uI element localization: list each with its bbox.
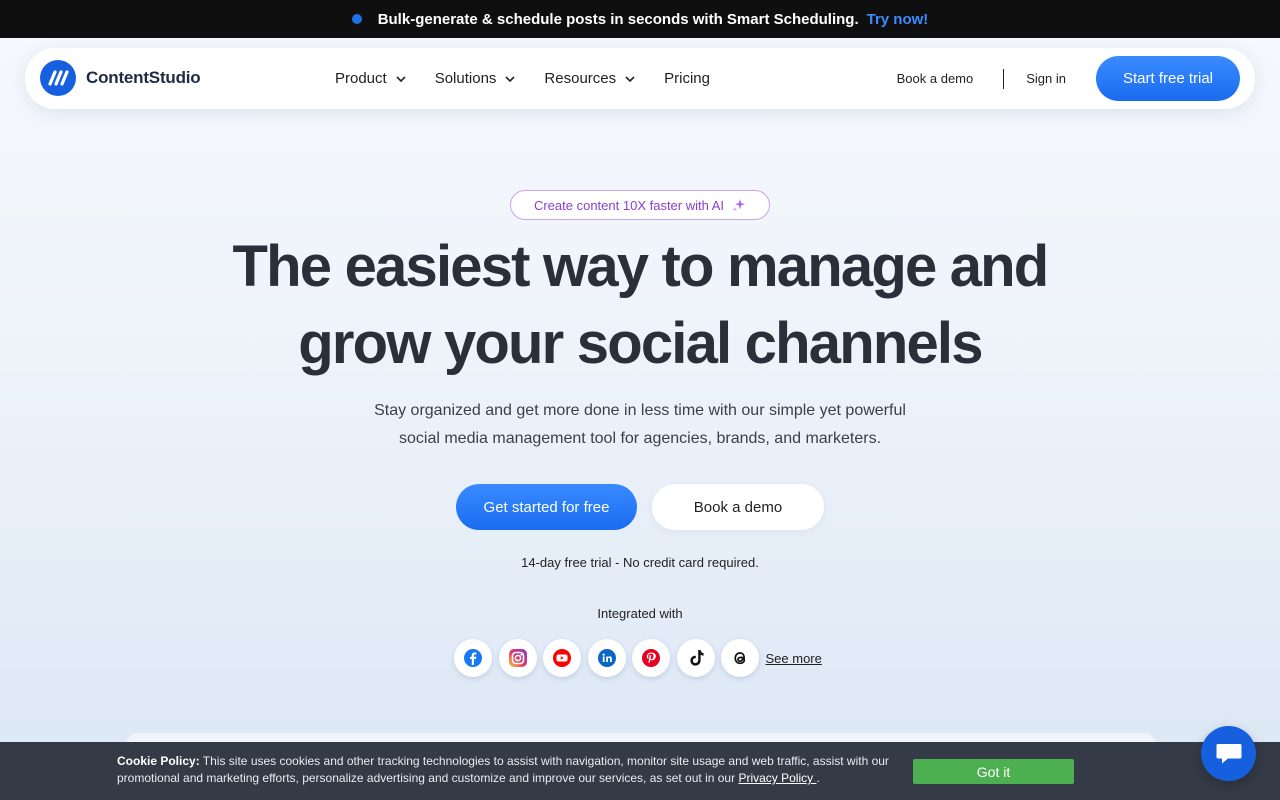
pinterest-icon[interactable]: [632, 639, 670, 677]
tiktok-icon[interactable]: [676, 639, 715, 677]
ai-feature-pill-label: Create content 10X faster with AI: [533, 197, 725, 213]
chevron-down-icon: [625, 75, 635, 82]
nav-actions: Book a demo Sign in Start free trial: [897, 56, 1240, 101]
instagram-icon[interactable]: [498, 639, 537, 677]
cookie-accept-button[interactable]: Got it: [913, 759, 1074, 784]
get-started-button[interactable]: Get started for free: [456, 484, 637, 530]
announcement-dot-icon: [351, 14, 362, 24]
announcement-cta-link[interactable]: Try now!: [867, 11, 929, 28]
menu-item-resources[interactable]: Resources: [544, 70, 636, 87]
hero-title-line-2: grow your social channels: [298, 311, 983, 376]
cookie-end: .: [816, 771, 820, 785]
hero-subtitle: Stay organized and get more done in less…: [340, 397, 940, 453]
contentstudio-logo-icon: [40, 60, 76, 96]
integrated-label: Integrated with: [597, 606, 683, 621]
brand[interactable]: ContentStudio: [40, 60, 201, 96]
sparkle-icon: [732, 199, 746, 212]
book-demo-link[interactable]: Book a demo: [897, 71, 974, 86]
hero-title: The easiest way to manage and grow your …: [0, 228, 1280, 382]
youtube-icon[interactable]: [543, 639, 581, 677]
menu-item-solutions[interactable]: Solutions: [435, 70, 517, 87]
nav-divider: [1003, 68, 1005, 89]
see-more-integrations-link[interactable]: See more: [766, 651, 822, 666]
linkedin-icon[interactable]: [587, 639, 626, 677]
facebook-icon[interactable]: [454, 639, 492, 677]
menu-item-label: Pricing: [664, 70, 710, 87]
chat-bubble-icon: [1216, 743, 1241, 763]
menu-item-product[interactable]: Product: [335, 70, 407, 87]
book-demo-button[interactable]: Book a demo: [652, 484, 824, 530]
hero-subtitle-line-2: social media management tool for agencie…: [398, 430, 882, 447]
cookie-heading: Cookie Policy:: [117, 754, 200, 768]
main-menu: Product Solutions Resources Pricing: [335, 48, 738, 109]
chat-widget-button[interactable]: [1201, 726, 1256, 781]
hero-subtitle-line-1: Stay organized and get more done in less…: [374, 402, 906, 419]
navbar: ContentStudio Product Solutions Resource…: [25, 48, 1255, 109]
announcement-text: Bulk-generate & schedule posts in second…: [377, 10, 859, 28]
announcement-bar: Bulk-generate & schedule posts in second…: [0, 0, 1280, 38]
privacy-policy-link[interactable]: Privacy Policy: [738, 771, 816, 785]
menu-item-label: Resources: [544, 70, 617, 87]
chevron-down-icon: [396, 75, 406, 82]
cookie-banner: Cookie Policy: This site uses cookies an…: [0, 742, 1280, 800]
chevron-down-icon: [505, 75, 515, 82]
hero-title-line-1: The easiest way to manage and: [232, 234, 1050, 299]
sign-in-link[interactable]: Sign in: [1026, 71, 1066, 86]
cookie-text: Cookie Policy: This site uses cookies an…: [117, 753, 907, 787]
ai-feature-pill[interactable]: Create content 10X faster with AI: [510, 190, 770, 220]
menu-item-label: Product: [335, 70, 387, 87]
threads-icon[interactable]: [721, 639, 759, 677]
trial-note: 14-day free trial - No credit card requi…: [521, 555, 759, 570]
menu-item-pricing[interactable]: Pricing: [664, 70, 710, 87]
menu-item-label: Solutions: [434, 70, 497, 87]
brand-name: ContentStudio: [86, 68, 201, 87]
start-free-trial-button[interactable]: Start free trial: [1096, 56, 1240, 101]
integrations-row: See more: [454, 639, 822, 677]
